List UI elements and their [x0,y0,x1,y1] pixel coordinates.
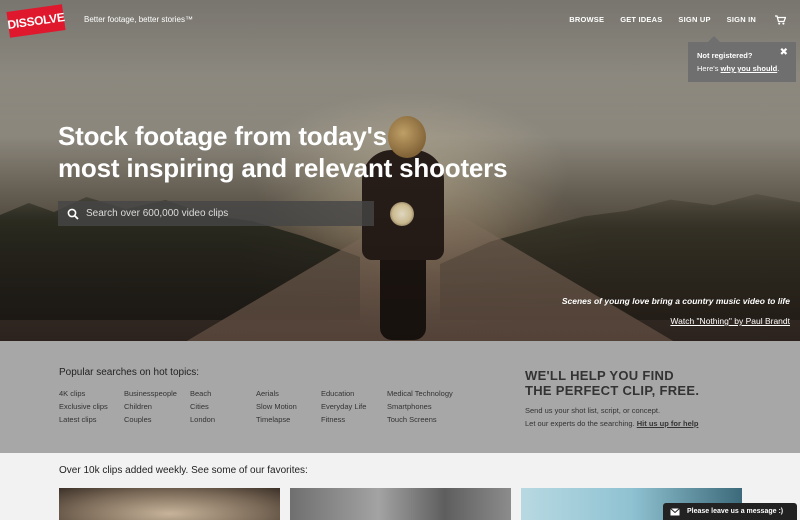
envelope-icon [670,507,680,515]
tooltip-link[interactable]: why you should [721,64,778,73]
clip-thumbnail[interactable] [290,488,511,520]
chat-label: Please leave us a message :) [687,508,784,515]
close-icon[interactable]: ✖ [780,47,788,58]
hero-caption-text: Scenes of young love bring a country mus… [561,296,790,306]
tag-link[interactable]: Smartphones [387,402,432,411]
hero-caption: Scenes of young love bring a country mus… [562,296,790,329]
help-text-line2: Let our experts do the searching. Hit us… [525,419,699,428]
tag-link[interactable]: Medical Technology [387,389,453,398]
tag-link[interactable]: Touch Screens [387,415,437,424]
tag-link[interactable]: Education [321,389,354,398]
hero-headline: Stock footage from today's most inspirin… [58,120,528,184]
help-heading-line2: THE PERFECT CLIP, FREE. [525,383,700,398]
tag-link[interactable]: Exclusive clips [59,402,108,411]
tooltip-text: Here's why you should. [697,64,780,73]
tag-link[interactable]: Couples [124,415,152,424]
help-link[interactable]: Hit us up for help [637,419,699,428]
nav-get-ideas[interactable]: GET IDEAS [620,15,662,24]
search-input[interactable] [86,208,366,219]
popular-searches-section: Popular searches on hot topics: 4K clips… [0,341,800,453]
featured-clips-title: Over 10k clips added weekly. See some of… [59,465,308,476]
help-panel: WE'LL HELP YOU FIND THE PERFECT CLIP, FR… [525,368,699,428]
tag-link[interactable]: Fitness [321,415,345,424]
tag-link[interactable]: London [190,415,215,424]
nav-sign-up[interactable]: SIGN UP [678,15,710,24]
hero-headline-line1: Stock footage from today's [58,121,387,151]
tag-link[interactable]: Businesspeople [124,389,177,398]
help-heading-line1: WE'LL HELP YOU FIND [525,368,674,383]
help-text-line1: Send us your shot list, script, or conce… [525,406,661,415]
tag-link[interactable]: Latest clips [59,415,97,424]
main-nav: BROWSE GET IDEAS SIGN UP SIGN IN [553,15,756,24]
search-bar[interactable] [58,201,374,226]
tag-link[interactable]: Timelapse [256,415,290,424]
hero-caption-link[interactable]: Watch "Nothing" by Paul Brandt [670,316,790,326]
tag-link[interactable]: Everyday Life [321,402,366,411]
chat-widget-button[interactable]: Please leave us a message :) [663,503,797,520]
clip-thumbnail[interactable] [59,488,280,520]
tag-link[interactable]: Cities [190,402,209,411]
tag-link[interactable]: Aerials [256,389,279,398]
tag-link[interactable]: Beach [190,389,211,398]
search-icon [67,208,79,220]
nav-sign-in[interactable]: SIGN IN [727,15,756,24]
signup-tooltip: Not registered? Here's why you should. ✖ [688,36,796,82]
popular-searches-title: Popular searches on hot topics: [59,367,200,378]
tag-link[interactable]: Children [124,402,152,411]
cart-icon[interactable] [775,15,786,25]
tagline: Better footage, better stories™ [84,15,193,24]
tag-link[interactable]: Slow Motion [256,402,297,411]
hero-headline-line2: most inspiring and relevant shooters [58,153,508,183]
tag-link[interactable]: 4K clips [59,389,85,398]
nav-browse[interactable]: BROWSE [569,15,604,24]
